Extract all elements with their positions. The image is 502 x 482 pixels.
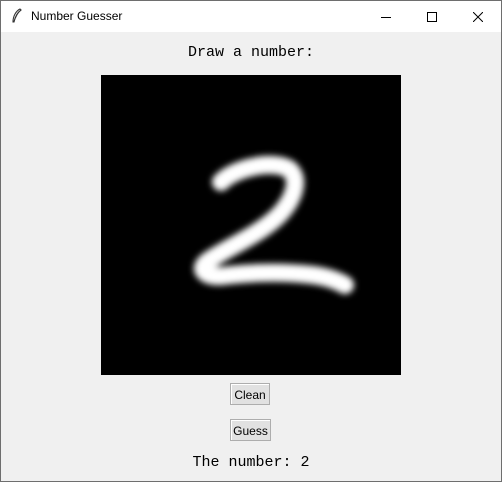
close-icon <box>473 11 483 22</box>
close-button[interactable] <box>455 1 501 32</box>
maximize-icon <box>427 11 437 22</box>
drawing-canvas[interactable] <box>101 75 401 375</box>
window-title: Number Guesser <box>31 9 123 23</box>
drawn-digit-stroke <box>194 156 354 294</box>
feather-icon <box>9 8 25 24</box>
maximize-button[interactable] <box>409 1 455 32</box>
minimize-icon <box>381 12 391 22</box>
clean-button[interactable]: Clean <box>230 383 270 405</box>
title-bar[interactable]: Number Guesser <box>1 1 501 32</box>
guess-button[interactable]: Guess <box>230 419 271 441</box>
app-window: Number Guesser Draw a number: Clean Gues… <box>0 0 502 482</box>
draw-prompt-label: Draw a number: <box>187 44 315 61</box>
minimize-button[interactable] <box>363 1 409 32</box>
result-label: The number: 2 <box>192 454 310 471</box>
